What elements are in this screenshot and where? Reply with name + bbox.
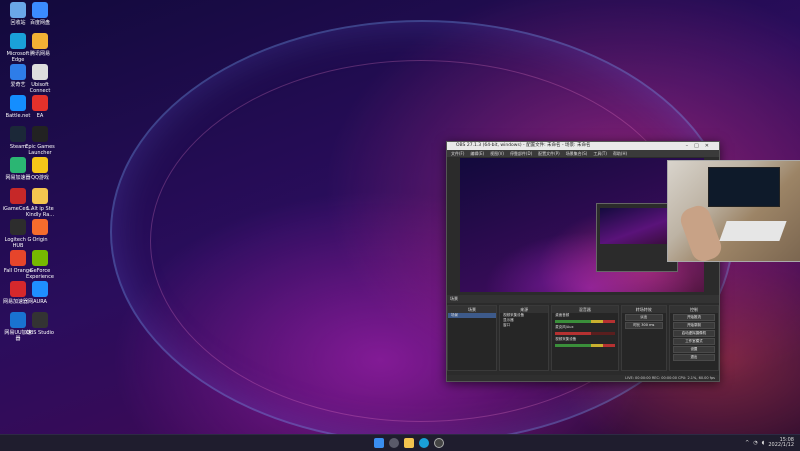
desktop-icon[interactable]: AURA	[24, 281, 56, 305]
dock-scenes: 场景 场景	[447, 305, 498, 371]
dock-sources: 来源 视频采集设备 显示器 窗口	[499, 305, 550, 371]
obs-docks: 场景 场景 来源 视频采集设备 显示器 窗口 混音器 桌面音频 麦克风/Aux …	[447, 305, 719, 371]
desktop-icon-label: 1 Alt ip Ste Kindly Ra...	[25, 206, 55, 218]
dock-mixer: 混音器 桌面音频 麦克风/Aux 视频采集设备	[551, 305, 619, 371]
desktop-icon-label: 腾讯网易	[29, 51, 50, 57]
window-controls[interactable]: –□✕	[686, 142, 715, 150]
webcam-arm	[677, 202, 725, 261]
dock-transitions: 转场特效 淡出 时长 300 ms	[620, 305, 667, 371]
clock-date: 2022/1/12	[768, 442, 794, 448]
desktop-icon[interactable]: Ubisoft Connect	[24, 64, 56, 94]
desktop-icon[interactable]: QQ游戏	[24, 157, 56, 181]
menu-item[interactable]: 配置文件(P)	[538, 150, 560, 157]
obs-title-text: OBS 27.1.3 (64-bit, windows) - 配置文件: 未命名…	[456, 143, 591, 148]
webcam-keyboard	[719, 221, 787, 241]
menu-item[interactable]: 文件(F)	[451, 150, 464, 157]
menu-item[interactable]: 场景集合(S)	[566, 150, 588, 157]
ea-icon	[32, 95, 48, 111]
search-icon[interactable]	[389, 438, 399, 448]
taskbar: ^ ◔ ◖ 15:08 2022/1/12	[0, 434, 800, 451]
mixer-track-label: 视频采集设备	[555, 337, 577, 341]
game-icon	[32, 33, 48, 49]
mixer-track-label: 桌面音频	[555, 313, 570, 317]
edge-icon[interactable]	[419, 438, 429, 448]
desktop-icon-label: Epic Games Launcher	[25, 144, 55, 156]
network-icon[interactable]: ◔	[753, 440, 757, 446]
desktop-icon-label: QQ游戏	[31, 175, 49, 181]
desktop-icon[interactable]: Origin	[24, 219, 56, 243]
start-recording-button[interactable]: 开始录制	[672, 322, 715, 329]
dock-controls: 控制 开始推流 开始录制 启动虚拟摄像机 工作室模式 设置 退出	[668, 305, 719, 371]
transition-select[interactable]: 淡出	[624, 314, 663, 321]
start-icon[interactable]	[374, 438, 384, 448]
origin-icon	[32, 219, 48, 235]
obs-titlebar[interactable]: OBS 27.1.3 (64-bit, windows) - 配置文件: 未命名…	[447, 142, 719, 150]
dock-scenes-head: 场景	[448, 306, 497, 313]
baidu-netdisk-icon	[32, 2, 48, 18]
scene-item[interactable]: 场景	[448, 313, 497, 318]
scene-bar: 场景	[447, 295, 719, 303]
transition-duration[interactable]: 时长 300 ms	[624, 322, 663, 329]
settings-button[interactable]: 设置	[672, 346, 715, 353]
desktop-icon-label: EA	[36, 113, 44, 119]
desktop-icon-label: OBS Studio	[26, 330, 54, 336]
folder-icon	[32, 188, 48, 204]
volume-meter[interactable]	[555, 320, 615, 323]
tray-chevron-icon[interactable]: ^	[745, 440, 749, 446]
exit-button[interactable]: 退出	[672, 354, 715, 361]
desktop-icon[interactable]: EA	[24, 95, 56, 119]
desktop-icon[interactable]: 1 Alt ip Ste Kindly Ra...	[24, 188, 56, 218]
volume-icon[interactable]: ◖	[762, 440, 765, 446]
menu-item[interactable]: 工具(T)	[593, 150, 607, 157]
mixer-track-label: 麦克风/Aux	[555, 325, 574, 329]
preview-nested-obs	[596, 203, 678, 272]
desktop-icon[interactable]: GeForce Experience	[24, 250, 56, 280]
desktop-icon[interactable]: OBS Studio	[24, 312, 56, 336]
epic-icon	[32, 126, 48, 142]
file-explorer-icon[interactable]	[404, 438, 414, 448]
qq-game-icon	[32, 157, 48, 173]
desktop-icon-label: Ubisoft Connect	[29, 82, 51, 94]
obs-taskbar-icon[interactable]	[434, 438, 444, 448]
studio-mode-button[interactable]: 工作室模式	[672, 338, 715, 345]
volume-meter[interactable]	[555, 344, 615, 347]
nested-preview	[600, 208, 668, 244]
webcam-monitor	[708, 167, 780, 207]
aura-icon	[32, 281, 48, 297]
menu-item[interactable]: 视图(V)	[490, 150, 504, 157]
desktop-icon[interactable]: Epic Games Launcher	[24, 126, 56, 156]
scene-bar-label: 场景	[450, 296, 458, 301]
desktop-icon-label: AURA	[33, 299, 47, 305]
dock-controls-head: 控制	[669, 306, 718, 313]
desktop-icon-label: Origin	[32, 237, 48, 243]
desktop-icon-label: GeForce Experience	[26, 268, 54, 280]
desktop-icon[interactable]: 腾讯网易	[24, 33, 56, 57]
obs-icon	[32, 312, 48, 328]
system-tray: ^ ◔ ◖ 15:08 2022/1/12	[745, 438, 794, 448]
menu-item[interactable]: 帮助(H)	[613, 150, 627, 157]
start-streaming-button[interactable]: 开始推流	[672, 314, 715, 321]
webcam-preview[interactable]	[667, 160, 800, 262]
dock-transitions-head: 转场特效	[621, 306, 666, 313]
desktop-icon-label: 百度网盘	[29, 20, 50, 26]
ubisoft-icon	[32, 64, 48, 80]
taskbar-clock[interactable]: 15:08 2022/1/12	[768, 438, 794, 448]
dock-mixer-head: 混音器	[552, 306, 618, 313]
virtual-camera-button[interactable]: 启动虚拟摄像机	[672, 330, 715, 337]
obs-menubar: 文件(F) 编辑(E) 视图(V) 停靠部件(D) 配置文件(P) 场景集合(S) 工具(T…	[447, 150, 719, 157]
menu-item[interactable]: 编辑(E)	[470, 150, 484, 157]
source-item[interactable]: 窗口	[500, 323, 548, 328]
volume-meter[interactable]	[555, 332, 615, 335]
dock-sources-head: 来源	[500, 306, 549, 313]
obs-status-bar: LIVE: 00:00:00 REC: 00:00:00 CPU: 2.1%, …	[447, 375, 719, 381]
desktop-icon[interactable]: 百度网盘	[24, 2, 56, 26]
menu-item[interactable]: 停靠部件(D)	[510, 150, 532, 157]
nvidia-icon	[32, 250, 48, 266]
